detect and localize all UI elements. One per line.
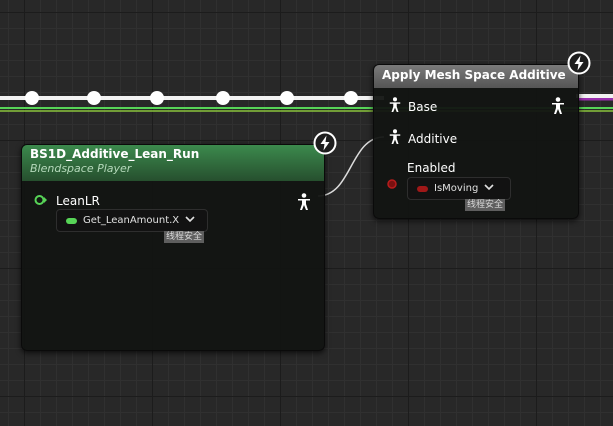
bool-pin-icon[interactable]	[386, 175, 400, 194]
blendspace-player-node[interactable]: BS1D_Additive_Lean_Run Blendspace Player…	[21, 144, 325, 351]
lightning-icon	[567, 51, 591, 75]
lightning-icon	[313, 131, 337, 155]
chevron-down-icon	[484, 183, 494, 194]
bool-type-dot	[417, 185, 428, 192]
pose-input-icon[interactable]	[388, 97, 402, 116]
leanlr-label: LeanLR	[56, 194, 100, 208]
pose-output-icon[interactable]	[550, 97, 566, 119]
node-header: Apply Mesh Space Additive	[374, 65, 578, 88]
node-title: Apply Mesh Space Additive	[382, 68, 566, 82]
leanlr-binding-dropdown[interactable]: Get_LeanAmount.X	[56, 209, 208, 232]
base-label: Base	[408, 99, 438, 114]
pose-output-icon[interactable]	[296, 193, 312, 215]
node-header: BS1D_Additive_Lean_Run Blendspace Player	[22, 145, 324, 181]
enabled-label: Enabled	[407, 161, 456, 175]
float-type-dot	[66, 217, 77, 224]
enabled-binding-dropdown[interactable]: IsMoving	[407, 177, 511, 200]
combo-value: Get_LeanAmount.X	[83, 215, 180, 226]
combo-value: IsMoving	[434, 183, 479, 194]
base-pin-row: Base	[388, 97, 437, 116]
thread-safe-badge: 线程安全	[465, 199, 506, 211]
thread-safe-badge: 线程安全	[164, 231, 205, 243]
apply-mesh-space-additive-node[interactable]: Apply Mesh Space Additive Base Additive …	[373, 64, 579, 219]
node-title: BS1D_Additive_Lean_Run	[30, 147, 200, 161]
pose-input-icon[interactable]	[388, 129, 402, 148]
leanlr-pin-row: LeanLR	[34, 194, 100, 208]
float-pin-icon[interactable]	[34, 194, 47, 206]
additive-label: Additive	[408, 131, 458, 146]
chevron-down-icon	[185, 215, 195, 226]
additive-pin-row: Additive	[388, 129, 457, 148]
node-subtitle: Blendspace Player	[30, 162, 132, 175]
